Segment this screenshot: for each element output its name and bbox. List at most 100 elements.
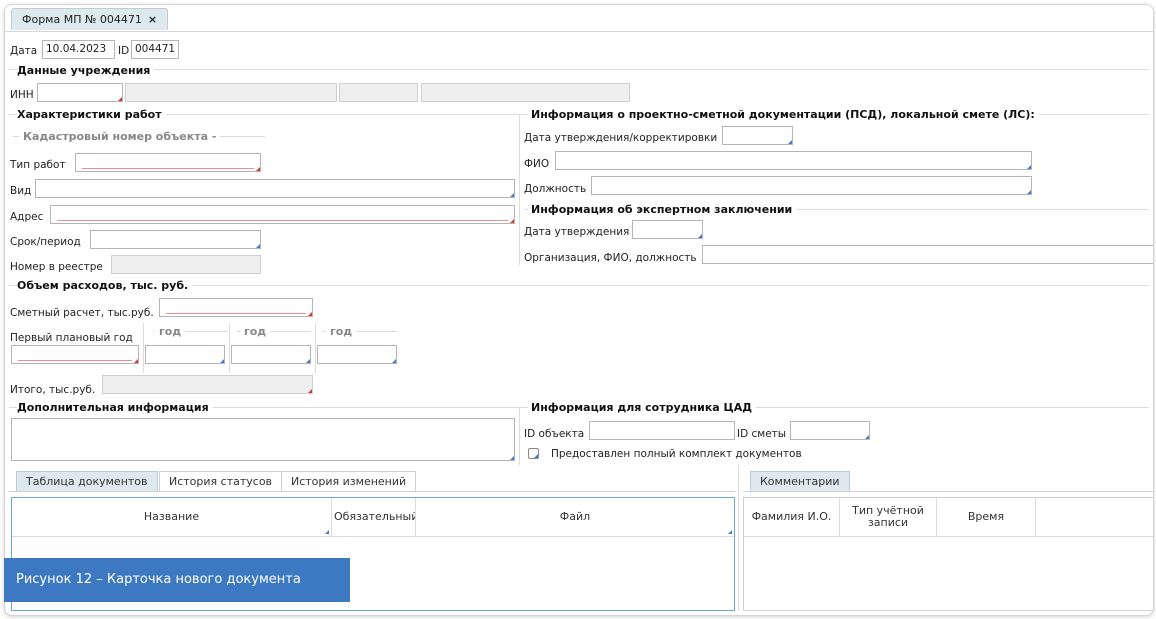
optional-marker (256, 244, 260, 248)
optional-marker (510, 456, 514, 460)
column-header-author[interactable]: Фамилия И.О. (744, 498, 840, 536)
expert-approval-date-field[interactable] (632, 220, 703, 239)
estimate-field[interactable] (159, 298, 313, 317)
psd-approval-date-field[interactable] (722, 126, 793, 145)
institution-field-2 (339, 83, 418, 102)
column-header-label: Название (143, 510, 200, 523)
psd-fio-field[interactable] (555, 151, 1032, 170)
close-icon[interactable]: × (148, 13, 157, 26)
required-marker (118, 97, 122, 101)
optional-marker (220, 359, 224, 363)
registry-label: Номер в реестре (10, 261, 103, 273)
column-header-required[interactable]: Обязательный (332, 498, 416, 536)
kind-field[interactable] (35, 179, 515, 198)
work-section-title: Характеристики работ (17, 108, 166, 121)
estimate-id-field[interactable] (790, 421, 870, 440)
year1-field[interactable] (145, 345, 225, 364)
work-type-label: Тип работ (10, 159, 66, 171)
required-marker (256, 167, 260, 171)
optional-marker (392, 359, 396, 363)
institution-section-title: Данные учреждения (17, 64, 155, 77)
optional-marker (306, 359, 310, 363)
psd-section-title: Информация о проектно-сметной документац… (528, 108, 1039, 121)
psd-approval-label: Дата утверждения/корректировки (524, 132, 718, 144)
column-header-label: Тип учётной записи (852, 504, 924, 529)
column-divider (315, 323, 316, 373)
period-field[interactable] (90, 230, 261, 249)
form-window: Форма МП № 004471 × Дата 10.04.2023 ID 00… (4, 4, 1154, 616)
tab-change-history[interactable]: История изменений (281, 471, 417, 491)
cadastral-title: Кадастровый номер объекта - (19, 130, 221, 143)
optional-marker (510, 193, 514, 197)
expert-approval-label: Дата утверждения (524, 226, 630, 238)
column-header-file[interactable]: Файл (416, 498, 734, 536)
year2-field[interactable] (231, 345, 311, 364)
total-label: Итого, тыс.руб. (10, 384, 96, 396)
expert-org-field[interactable] (702, 245, 1153, 264)
tab-documents-table[interactable]: Таблица документов (16, 471, 158, 491)
divider (9, 491, 735, 492)
sort-marker (325, 530, 329, 534)
required-marker (510, 219, 514, 223)
sort-marker (728, 530, 732, 534)
column-header-account-type[interactable]: Тип учётной записи (840, 498, 937, 536)
required-marker (134, 359, 138, 363)
expert-section-title: Информация об экспертном заключении (528, 203, 797, 216)
column-divider (229, 323, 230, 373)
period-label: Срок/период (10, 236, 81, 248)
required-marker (308, 389, 312, 393)
institution-name-field (125, 83, 337, 102)
psd-position-field[interactable] (591, 176, 1032, 195)
psd-position-label: Должность (524, 183, 587, 195)
address-field[interactable] (50, 205, 515, 224)
year2-label: год (240, 325, 271, 338)
column-header-name[interactable]: Название (12, 498, 332, 536)
object-id-field[interactable] (589, 421, 735, 440)
column-divider (519, 407, 520, 465)
year1-label: год (155, 325, 186, 338)
optional-marker (534, 454, 538, 458)
tab-status-history[interactable]: История статусов (159, 471, 283, 491)
full-set-checkbox[interactable] (528, 448, 539, 459)
document-tab[interactable]: Форма МП № 004471 × (11, 8, 169, 30)
full-set-label: Предоставлен полный комплект документов (551, 448, 802, 460)
header-divider (12, 536, 734, 537)
column-header-time[interactable]: Время (937, 498, 1036, 536)
additional-info-textarea[interactable] (11, 418, 515, 461)
comments-table: Фамилия И.О. Тип учётной записи Время (743, 497, 1153, 611)
estimate-label: Сметный расчет, тыс.руб. (10, 307, 154, 319)
figure-caption: Рисунок 12 – Карточка нового документа (4, 558, 350, 602)
column-header-label: Время (967, 510, 1005, 523)
kind-label: Вид (10, 185, 32, 197)
column-divider (143, 323, 144, 373)
work-type-field[interactable] (75, 153, 261, 172)
date-field[interactable]: 10.04.2023 (42, 40, 115, 59)
year3-label: год (326, 325, 357, 338)
divider (9, 69, 1149, 70)
inn-label: ИНН (10, 89, 34, 101)
document-tab-bar: Форма МП № 004471 × (5, 5, 1153, 32)
divider (743, 491, 1153, 492)
additional-section-title: Дополнительная информация (17, 401, 213, 414)
inn-field[interactable] (37, 83, 123, 102)
document-tab-title: Форма МП № 004471 (22, 13, 142, 26)
expenses-section-title: Объем расходов, тыс. руб. (17, 279, 193, 292)
id-field[interactable]: 004471 (131, 40, 179, 59)
year3-field[interactable] (317, 345, 397, 364)
first-year-field[interactable] (11, 345, 139, 364)
header-divider (744, 536, 1153, 537)
institution-field-3 (421, 83, 630, 102)
column-header-label: Файл (559, 510, 591, 523)
id-label: ID (118, 45, 130, 57)
optional-marker (1027, 190, 1031, 194)
tab-comments[interactable]: Комментарии (750, 471, 850, 491)
estimate-id-label: ID сметы (737, 428, 787, 440)
column-divider (519, 115, 520, 265)
first-year-label: Первый плановый год (10, 332, 133, 344)
registry-field (111, 255, 261, 274)
required-marker (308, 312, 312, 316)
object-id-label: ID объекта (524, 428, 585, 440)
optional-marker (865, 435, 869, 439)
cad-section-title: Информация для сотрудника ЦАД (528, 401, 757, 414)
expert-org-label: Организация, ФИО, должность (524, 252, 697, 264)
